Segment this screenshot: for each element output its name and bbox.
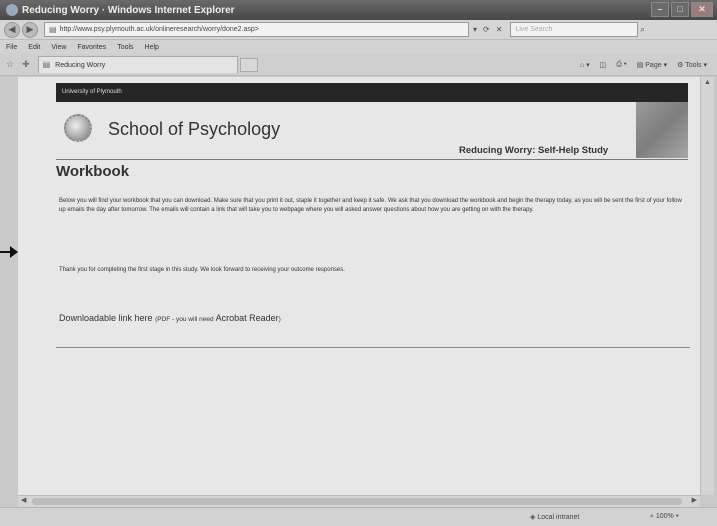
url-field[interactable]: ▤ http://www.psy.plymouth.ac.uk/onlinere…: [44, 22, 469, 37]
maximize-button[interactable]: □: [671, 2, 689, 17]
favorites-star-icon[interactable]: ☆: [6, 59, 14, 70]
ie-logo-icon: [6, 4, 18, 16]
search-input[interactable]: Live Search: [510, 22, 639, 37]
forward-button[interactable]: ▶: [22, 21, 38, 38]
acrobat-reader-link[interactable]: Acrobat Reader: [216, 313, 279, 323]
zoom-control[interactable]: ⌕ 100% ▾: [650, 513, 679, 521]
refresh-icon[interactable]: ⟳: [483, 25, 490, 34]
footer-divider: [56, 347, 690, 348]
zoom-icon: ⌕: [650, 513, 654, 520]
menu-edit[interactable]: Edit: [28, 44, 40, 51]
window-title: Reducing Worry · Windows Internet Explor…: [22, 4, 235, 16]
banner-text: University of Plymouth: [62, 89, 122, 95]
address-bar: ◀ ▶ ▤ http://www.psy.plymouth.ac.uk/onli…: [0, 20, 717, 40]
search-icon[interactable]: ⌕: [640, 25, 644, 35]
security-zone: ◈ Local intranet: [530, 513, 579, 521]
scroll-left-icon[interactable]: ◀: [21, 496, 26, 504]
menu-help[interactable]: Help: [145, 44, 159, 51]
home-icon[interactable]: ⌂ ▾: [580, 61, 590, 69]
command-bar: ⌂ ▾ ◫ ⎙ ▾ ▤ Page ▾ ⚙ Tools ▾: [580, 61, 717, 69]
site-header: School of Psychology Reducing Worry: Sel…: [56, 102, 688, 158]
menu-tools[interactable]: Tools: [117, 44, 133, 51]
print-icon[interactable]: ⎙ ▾: [616, 61, 627, 69]
page-menu-label: Page: [645, 61, 662, 69]
download-note-pre: (PDF - you will need: [155, 316, 214, 323]
tab-label: Reducing Worry: [55, 62, 106, 69]
download-link[interactable]: Downloadable link here: [59, 313, 153, 323]
window-title-bar: Reducing Worry · Windows Internet Explor…: [0, 0, 717, 20]
scroll-up-icon[interactable]: ▲: [704, 79, 711, 86]
header-image: [636, 102, 688, 158]
status-bar: ◈ Local intranet ⌕ 100% ▾: [0, 507, 717, 526]
security-zone-label: Local intranet: [537, 514, 580, 521]
page-title: Workbook: [56, 163, 130, 180]
zoom-level: 100%: [655, 513, 674, 520]
back-button[interactable]: ◀: [4, 21, 20, 38]
horizontal-scroll-thumb[interactable]: [32, 498, 682, 505]
compatibility-icon[interactable]: ▾: [473, 25, 477, 34]
tab-bar: ☆ ✚ ▤ Reducing Worry ⌂ ▾ ◫ ⎙ ▾ ▤ Page ▾ …: [0, 54, 717, 76]
menu-bar: File Edit View Favorites Tools Help: [0, 40, 717, 54]
university-seal-icon: [64, 114, 92, 142]
header-divider: [56, 159, 688, 160]
new-tab-button[interactable]: [239, 57, 258, 72]
intranet-icon: ◈: [530, 514, 536, 521]
feeds-icon[interactable]: ◫: [600, 61, 607, 69]
url-text: http://www.psy.plymouth.ac.uk/onlinerese…: [59, 26, 259, 33]
tab-reducing-worry[interactable]: ▤ Reducing Worry: [37, 56, 238, 73]
download-note-post: ): [278, 316, 281, 323]
page-icon: ▤: [42, 60, 51, 69]
tools-menu-label: Tools: [685, 61, 702, 69]
add-favorites-icon[interactable]: ✚: [22, 59, 30, 70]
menu-favorites[interactable]: Favorites: [77, 44, 106, 51]
study-title: Reducing Worry: Self-Help Study: [459, 145, 609, 156]
window-controls: – □ ✕: [651, 2, 713, 17]
minimize-button[interactable]: –: [651, 2, 669, 17]
thanks-text: Thank you for completing the first stage…: [59, 267, 345, 273]
page-content: University of Plymouth School of Psychol…: [18, 77, 700, 495]
menu-file[interactable]: File: [6, 44, 17, 51]
vertical-scrollbar[interactable]: ▲: [700, 77, 714, 495]
page-icon: ▤: [49, 25, 57, 34]
school-name: School of Psychology: [108, 119, 281, 139]
scroll-right-icon[interactable]: ▶: [692, 496, 697, 504]
page-menu[interactable]: ▤ Page ▾: [637, 61, 667, 69]
download-line: Downloadable link here (PDF - you will n…: [59, 313, 281, 323]
university-banner: University of Plymouth: [56, 83, 688, 102]
stop-icon[interactable]: ✕: [496, 25, 503, 34]
tools-menu[interactable]: ⚙ Tools ▾: [677, 61, 707, 69]
close-button[interactable]: ✕: [691, 2, 713, 17]
menu-view[interactable]: View: [51, 44, 66, 51]
instructions-paragraph: Below you will find your workbook that y…: [59, 198, 682, 213]
pointer-arrow-icon: [0, 246, 18, 258]
horizontal-scrollbar[interactable]: ◀ ▶: [18, 495, 700, 507]
